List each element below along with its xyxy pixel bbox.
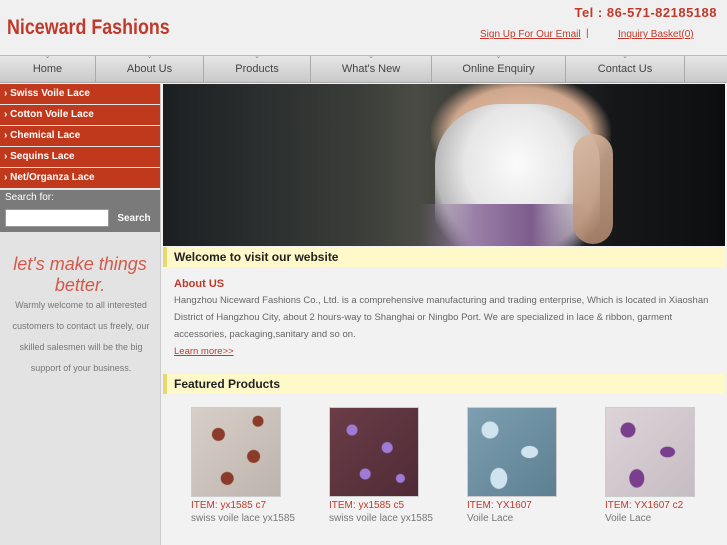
category-label: Cotton Voile Lace — [10, 109, 94, 120]
product-desc: Voile Lace — [605, 513, 652, 524]
product-card: ITEM: yx1585 c7 swiss voile lace yx1585 — [191, 407, 321, 524]
product-item[interactable]: ITEM: YX1607 c2 — [605, 500, 727, 511]
about-title: About US — [174, 278, 225, 290]
search-label: Search for: — [5, 192, 54, 203]
product-desc: swiss voile lace yx1585 — [329, 513, 433, 524]
product-card: ITEM: yx1585 c5 swiss voile lace yx1585 — [329, 407, 459, 524]
site-logo[interactable]: Niceward Fashions — [7, 16, 170, 40]
chevron-down-icon: ⌄ — [44, 53, 51, 60]
banner-figure-arm — [573, 134, 613, 244]
category-sequins-lace[interactable]: › Sequins Lace — [0, 147, 160, 167]
nav-about-us[interactable]: ⌄ About Us — [96, 53, 204, 83]
category-label: Sequins Lace — [10, 151, 75, 162]
nav-whats-new[interactable]: ⌄ What's New — [311, 53, 432, 83]
product-item[interactable]: ITEM: YX1607 — [467, 500, 597, 511]
product-card: ITEM: YX1607 c2 Voile Lace — [605, 407, 727, 524]
slogan-body: Warmly welcome to all interested custome… — [12, 300, 150, 373]
link-separator: | — [586, 28, 589, 39]
search-panel: Search for: Search — [0, 190, 160, 232]
header: Niceward Fashions Tel : 86-571-82185188 … — [0, 0, 727, 55]
product-item[interactable]: ITEM: yx1585 c7 — [191, 500, 321, 511]
category-label: Swiss Voile Lace — [10, 88, 90, 99]
signup-email-link[interactable]: Sign Up For Our Email — [480, 29, 581, 40]
product-thumbnail[interactable] — [605, 407, 695, 497]
sidebar: › Swiss Voile Lace › Cotton Voile Lace ›… — [0, 84, 161, 545]
chevron-down-icon: ⌄ — [368, 53, 374, 60]
search-input[interactable] — [5, 209, 109, 227]
welcome-heading: Welcome to visit our website — [163, 247, 725, 267]
about-text: Hangzhou Niceward Fashions Co., Ltd. is … — [174, 295, 709, 340]
main-nav: ⌄ Home ⌄ About Us ⌄ Products ⌄ What's New ⌄ O… — [0, 53, 727, 83]
slogan: let's make things better. — [13, 254, 147, 295]
nav-products[interactable]: ⌄ Products — [204, 53, 311, 83]
category-swiss-voile-lace[interactable]: › Swiss Voile Lace — [0, 84, 160, 104]
category-label: Chemical Lace — [10, 130, 81, 141]
learn-more-link[interactable]: Learn more>> — [174, 346, 234, 357]
product-card: ITEM: YX1607 Voile Lace — [467, 407, 597, 524]
banner-figure-skirt — [418, 204, 588, 246]
phone-number: Tel : 86-571-82185188 — [574, 5, 717, 20]
nav-home[interactable]: ⌄ Home — [0, 53, 96, 83]
chevron-down-icon: ⌄ — [495, 53, 502, 60]
inquiry-basket-link[interactable]: Inquiry Basket(0) — [618, 29, 694, 40]
chevron-down-icon: ⌄ — [622, 53, 628, 60]
category-net-organza-lace[interactable]: › Net/Organza Lace — [0, 168, 160, 188]
chevron-down-icon: ⌄ — [146, 53, 153, 60]
product-desc: Voile Lace — [467, 513, 514, 524]
category-label: Net/Organza Lace — [10, 172, 95, 183]
product-thumbnail[interactable] — [191, 407, 281, 497]
product-desc: swiss voile lace yx1585 — [191, 513, 295, 524]
chevron-down-icon: ⌄ — [254, 53, 260, 60]
hero-banner — [163, 84, 725, 246]
product-thumbnail[interactable] — [329, 407, 419, 497]
search-button[interactable]: Search — [113, 209, 155, 227]
product-thumbnail[interactable] — [467, 407, 557, 497]
category-chemical-lace[interactable]: › Chemical Lace — [0, 126, 160, 146]
nav-contact-us[interactable]: ⌄ Contact Us — [566, 53, 685, 83]
product-item[interactable]: ITEM: yx1585 c5 — [329, 500, 459, 511]
category-cotton-voile-lace[interactable]: › Cotton Voile Lace — [0, 105, 160, 125]
featured-heading: Featured Products — [163, 374, 725, 394]
nav-online-enquiry[interactable]: ⌄ Online Enquiry — [432, 53, 566, 83]
